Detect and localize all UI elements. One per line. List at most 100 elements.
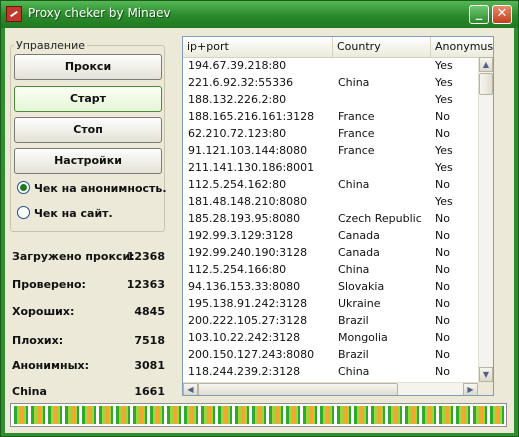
radio-anonymity[interactable]: Чек на анонимность.	[17, 181, 167, 195]
radio-site[interactable]: Чек на сайт.	[17, 206, 113, 220]
minimize-button[interactable]: _	[469, 5, 489, 24]
ip-cell: 192.99.240.190:3128	[188, 246, 308, 259]
ip-cell: 195.138.91.242:3128	[188, 297, 308, 310]
scroll-up-arrow-icon[interactable]: ▲	[479, 57, 493, 72]
country-cell: Brazil	[338, 314, 369, 327]
ip-cell: 103.10.22.242:3128	[188, 331, 301, 344]
horizontal-scrollbar[interactable]: ◀ ▶	[183, 382, 478, 395]
table-row[interactable]: 62.210.72.123:80 France No	[183, 125, 479, 142]
ip-cell: 200.222.105.27:3128	[188, 314, 308, 327]
stat-loaded-label: Загружено прокси:	[12, 250, 135, 263]
anonymus-cell: Yes	[435, 76, 453, 89]
list-header: ip+port Country Anonymus	[183, 37, 493, 58]
radio-site-label: Чек на сайт.	[34, 207, 113, 220]
radio-site-dot[interactable]	[17, 206, 30, 219]
title-bar[interactable]: Proxy cheker by Minaev _ ✕	[1, 1, 518, 28]
country-cell: China	[338, 365, 370, 378]
start-button[interactable]: Старт	[14, 86, 162, 112]
table-row[interactable]: 118.244.239.2:3128 China No	[183, 363, 479, 380]
table-row[interactable]: 112.5.254.166:80 China No	[183, 261, 479, 278]
stat-country: China 1661	[12, 385, 165, 399]
radio-anonymity-dot[interactable]	[17, 181, 30, 194]
country-cell: Mongolia	[338, 331, 388, 344]
ip-cell: 192.99.3.129:3128	[188, 229, 294, 242]
country-cell: France	[338, 144, 375, 157]
stat-checked-value: 12363	[126, 278, 165, 291]
scroll-right-arrow-icon[interactable]: ▶	[463, 383, 478, 395]
scroll-corner	[478, 382, 493, 395]
table-row[interactable]: 185.28.193.95:8080 Czech Republic No	[183, 210, 479, 227]
ip-cell: 91.121.103.144:8080	[188, 144, 308, 157]
anonymus-cell: No	[435, 314, 450, 327]
window-title: Proxy cheker by Minaev	[28, 6, 171, 20]
stat-bad-label: Плохих:	[12, 334, 64, 347]
stat-bad: Плохих: 7518	[12, 334, 165, 348]
country-cell: France	[338, 110, 375, 123]
table-row[interactable]: 192.99.240.190:3128 Canada No	[183, 244, 479, 261]
stat-country-value: 1661	[134, 385, 165, 398]
country-cell: Canada	[338, 246, 380, 259]
country-cell: Czech Republic	[338, 212, 422, 225]
vertical-scrollbar[interactable]: ▲ ▼	[478, 57, 493, 382]
ip-cell: 194.67.39.218:80	[188, 59, 287, 72]
app-window: Proxy cheker by Minaev _ ✕ Управление Пр…	[0, 0, 519, 437]
table-row[interactable]: 200.222.105.27:3128 Brazil No	[183, 312, 479, 329]
country-cell: Brazil	[338, 348, 369, 361]
ip-cell: 188.165.216.161:3128	[188, 110, 315, 123]
column-header-anonymus[interactable]: Anonymus	[431, 37, 493, 57]
table-row[interactable]: 91.121.103.144:8080 France Yes	[183, 142, 479, 159]
ip-cell: 118.244.239.2:3128	[188, 365, 301, 378]
ip-cell: 181.48.148.210:8080	[188, 195, 308, 208]
table-row[interactable]: 94.136.153.33:8080 Slovakia No	[183, 278, 479, 295]
horizontal-scroll-thumb[interactable]	[198, 383, 398, 395]
table-row[interactable]: 211.141.130.186:8001 Yes	[183, 159, 479, 176]
anonymus-cell: No	[435, 365, 450, 378]
table-row[interactable]: 221.6.92.32:55336 China Yes	[183, 74, 479, 91]
stat-loaded: Загружено прокси: 12368	[12, 250, 165, 264]
anonymus-cell: No	[435, 229, 450, 242]
anonymus-cell: Yes	[435, 59, 453, 72]
table-row[interactable]: 112.5.254.162:80 China No	[183, 176, 479, 193]
ip-cell: 200.150.127.243:8080	[188, 348, 315, 361]
app-icon	[6, 6, 22, 22]
ip-cell: 112.5.254.162:80	[188, 178, 287, 191]
country-cell: Slovakia	[338, 280, 385, 293]
table-row[interactable]: 195.138.91.242:3128 Ukraine No	[183, 295, 479, 312]
country-cell: Ukraine	[338, 297, 381, 310]
table-row[interactable]: 188.165.216.161:3128 France No	[183, 108, 479, 125]
stat-anonymous-value: 3081	[134, 359, 165, 372]
table-row[interactable]: 188.132.226.2:80 Yes	[183, 91, 479, 108]
radio-anonymity-label: Чек на анонимность.	[34, 182, 167, 195]
stat-bad-value: 7518	[134, 334, 165, 347]
table-row[interactable]: 194.67.39.218:80 Yes	[183, 57, 479, 74]
anonymus-cell: No	[435, 263, 450, 276]
proxy-list[interactable]: ip+port Country Anonymus 194.67.39.218:8…	[182, 36, 494, 396]
client-area: Управление Прокси Старт Стоп Настройки Ч…	[5, 28, 514, 433]
stat-anonymous: Анонимных: 3081	[12, 359, 165, 373]
column-header-country[interactable]: Country	[333, 37, 431, 57]
vertical-scroll-thumb[interactable]	[479, 73, 493, 95]
anonymus-cell: No	[435, 246, 450, 259]
ip-cell: 112.5.254.166:80	[188, 263, 287, 276]
table-row[interactable]: 200.150.127.243:8080 Brazil No	[183, 346, 479, 363]
ip-cell: 188.132.226.2:80	[188, 93, 287, 106]
country-cell: China	[338, 178, 370, 191]
stop-button[interactable]: Стоп	[14, 117, 162, 143]
scroll-left-arrow-icon[interactable]: ◀	[183, 383, 198, 395]
table-row[interactable]: 181.48.148.210:8080 Yes	[183, 193, 479, 210]
proxy-button[interactable]: Прокси	[14, 54, 162, 80]
stat-good: Хороших: 4845	[12, 305, 165, 319]
column-header-ipport[interactable]: ip+port	[183, 37, 333, 57]
anonymus-cell: Yes	[435, 93, 453, 106]
settings-button[interactable]: Настройки	[14, 148, 162, 174]
close-button[interactable]: ✕	[492, 5, 512, 24]
table-row[interactable]: 192.99.3.129:3128 Canada No	[183, 227, 479, 244]
table-row[interactable]: 103.10.22.242:3128 Mongolia No	[183, 329, 479, 346]
anonymus-cell: Yes	[435, 144, 453, 157]
control-group-label: Управление	[14, 39, 88, 52]
anonymus-cell: No	[435, 178, 450, 191]
anonymus-cell: No	[435, 348, 450, 361]
stat-good-value: 4845	[134, 305, 165, 318]
scroll-down-arrow-icon[interactable]: ▼	[479, 367, 493, 382]
country-cell: China	[338, 76, 370, 89]
